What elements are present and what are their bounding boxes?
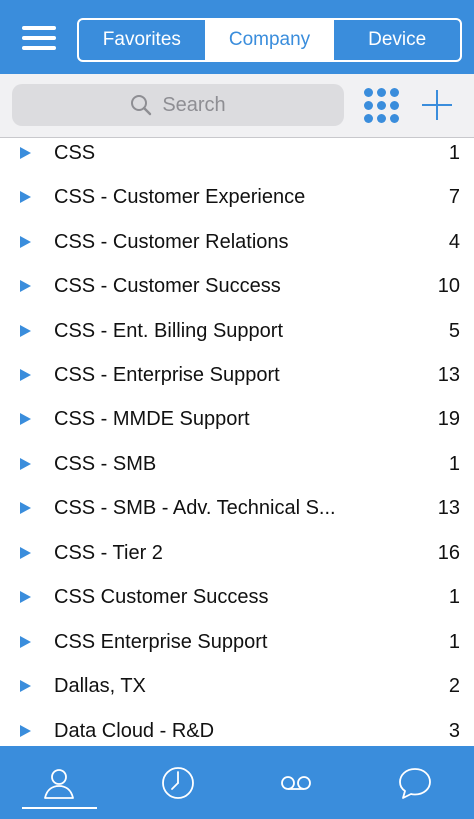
disclosure-arrow-icon — [20, 680, 31, 692]
group-name: CSS Enterprise Support — [54, 630, 268, 653]
search-input[interactable]: Search — [12, 84, 344, 126]
disclosure-arrow-icon — [20, 147, 31, 159]
list-item[interactable]: CSS - Tier 2 16 — [0, 531, 474, 575]
tab-contacts[interactable] — [0, 746, 119, 819]
disclosure-arrow-icon — [20, 280, 31, 292]
list-item[interactable]: CSS Customer Success 1 — [0, 575, 474, 619]
group-name: CSS - Customer Relations — [54, 230, 289, 253]
group-name: CSS - MMDE Support — [54, 407, 250, 430]
group-name: CSS - Enterprise Support — [54, 363, 280, 386]
group-name: CSS - SMB — [54, 452, 157, 475]
disclosure-arrow-icon — [20, 502, 31, 514]
voicemail-icon — [281, 775, 312, 790]
group-count: 13 — [437, 496, 460, 519]
group-count: 1 — [448, 630, 460, 653]
list-item[interactable]: CSS Enterprise Support 1 — [0, 620, 474, 664]
search-toolbar: Search — [0, 74, 474, 138]
group-name: CSS — [54, 141, 96, 164]
hamburger-menu-icon[interactable] — [22, 26, 56, 52]
group-count: 1 — [448, 141, 460, 164]
list-item[interactable]: CSS 1 — [0, 138, 474, 175]
search-placeholder: Search — [162, 93, 226, 116]
disclosure-arrow-icon — [20, 236, 31, 248]
group-name: CSS Customer Success — [54, 585, 269, 608]
directory-segmented-control: Favorites Company Device — [77, 18, 462, 62]
list-item[interactable]: CSS - MMDE Support 19 — [0, 397, 474, 441]
group-name: CSS - SMB - Adv. Technical S... — [54, 496, 336, 519]
clock-icon — [161, 766, 194, 799]
active-tab-indicator — [22, 807, 97, 809]
search-icon — [131, 95, 152, 116]
list-item[interactable]: CSS - Customer Relations 4 — [0, 220, 474, 264]
tab-recents[interactable] — [119, 746, 238, 819]
tab-device[interactable]: Device — [332, 20, 460, 60]
group-name: Dallas, TX — [54, 674, 146, 697]
group-count: 7 — [448, 185, 460, 208]
group-count: 16 — [437, 541, 460, 564]
group-name: Data Cloud - R&D — [54, 719, 215, 742]
plus-icon[interactable] — [420, 88, 454, 122]
disclosure-arrow-icon — [20, 325, 31, 337]
list-item[interactable]: CSS - SMB 1 — [0, 442, 474, 486]
disclosure-arrow-icon — [20, 547, 31, 559]
bottom-tab-bar — [0, 746, 474, 819]
group-count: 1 — [448, 452, 460, 475]
group-count: 2 — [448, 674, 460, 697]
dial-pad-icon[interactable] — [362, 86, 402, 126]
group-count: 3 — [448, 719, 460, 742]
list-item[interactable]: Dallas, TX 2 — [0, 664, 474, 708]
group-name: CSS - Customer Success — [54, 274, 281, 297]
disclosure-arrow-icon — [20, 458, 31, 470]
group-count: 10 — [437, 274, 460, 297]
disclosure-arrow-icon — [20, 191, 31, 203]
list-item[interactable]: CSS - SMB - Adv. Technical S... 13 — [0, 486, 474, 530]
list-item[interactable]: Data Cloud - R&D 3 — [0, 709, 474, 746]
tab-voicemail[interactable] — [237, 746, 356, 819]
group-name: CSS - Tier 2 — [54, 541, 163, 564]
group-name: CSS - Ent. Billing Support — [54, 319, 283, 342]
top-header: Favorites Company Device — [0, 0, 474, 74]
group-count: 13 — [437, 363, 460, 386]
group-name: CSS - Customer Experience — [54, 185, 306, 208]
list-item[interactable]: CSS - Customer Experience 7 — [0, 175, 474, 219]
group-count: 4 — [448, 230, 460, 253]
chat-bubble-icon — [398, 767, 431, 799]
list-item[interactable]: CSS - Enterprise Support 13 — [0, 353, 474, 397]
group-count: 5 — [448, 319, 460, 342]
tab-favorites[interactable]: Favorites — [79, 20, 205, 60]
list-item[interactable]: CSS - Customer Success 10 — [0, 264, 474, 308]
tab-company[interactable]: Company — [204, 20, 333, 60]
contacts-icon — [44, 768, 75, 799]
disclosure-arrow-icon — [20, 591, 31, 603]
list-item[interactable]: CSS - Ent. Billing Support 5 — [0, 309, 474, 353]
disclosure-arrow-icon — [20, 636, 31, 648]
group-count: 1 — [448, 585, 460, 608]
company-groups-list: CSS 1 CSS - Customer Experience 7 CSS - … — [0, 138, 474, 746]
tab-messages[interactable] — [356, 746, 474, 819]
disclosure-arrow-icon — [20, 413, 31, 425]
group-count: 19 — [437, 407, 460, 430]
disclosure-arrow-icon — [20, 725, 31, 737]
disclosure-arrow-icon — [20, 369, 31, 381]
